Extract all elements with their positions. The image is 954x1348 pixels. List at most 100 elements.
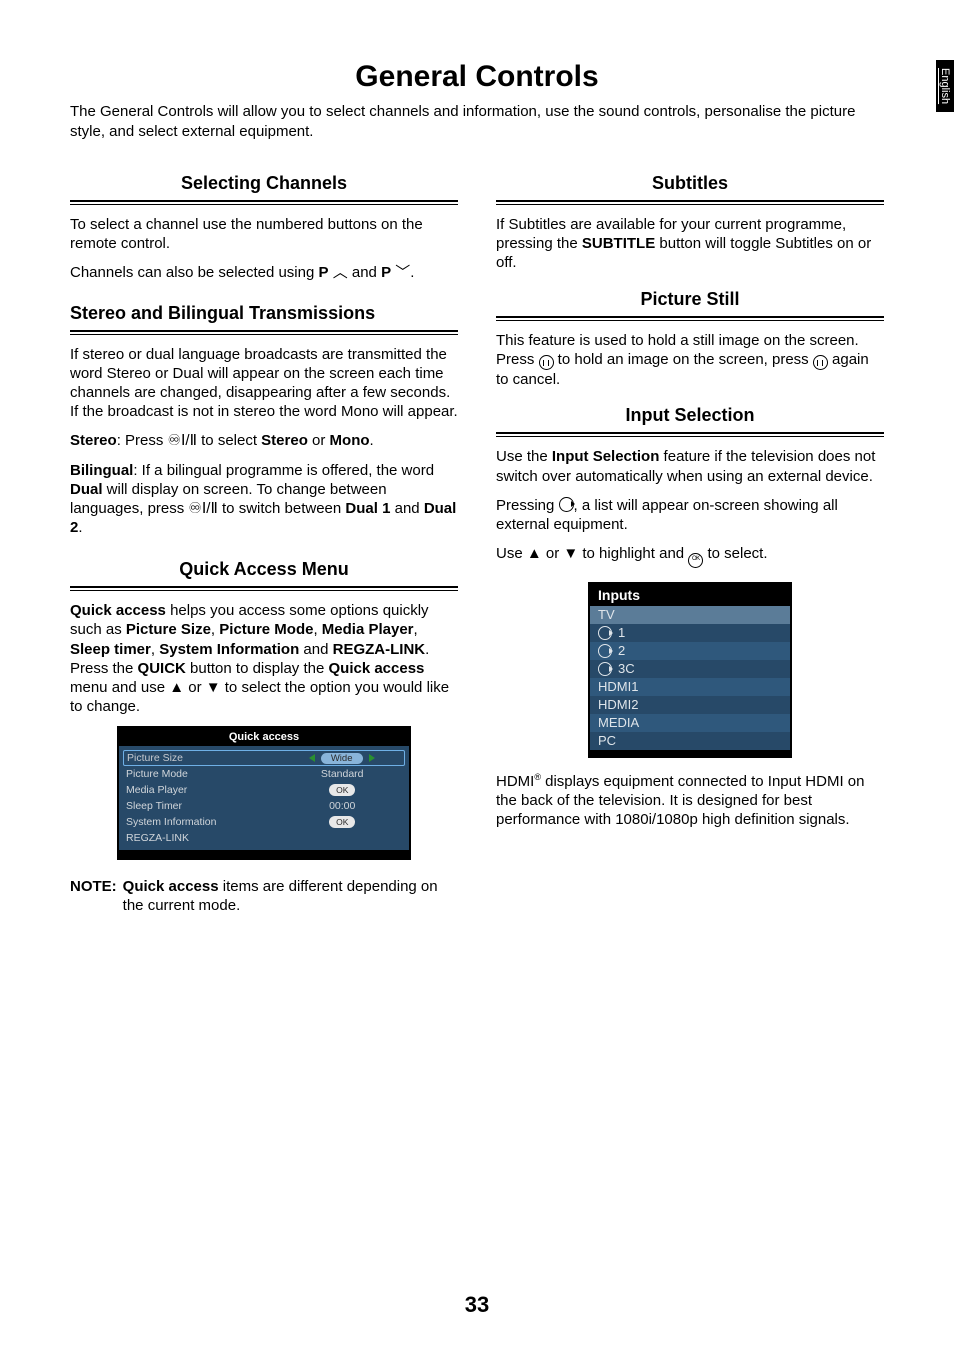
st-b3: to switch between: [218, 500, 346, 517]
st-dual1: Dual 1: [345, 500, 390, 517]
chevron-up-icon: ︿: [333, 264, 348, 281]
chevron-down-icon: ﹀: [395, 264, 410, 281]
inputs-row: HDMI1: [590, 678, 790, 696]
inp-p2: Pressing , a list will appear on-screen …: [496, 496, 884, 534]
sc-p2a: Channels can also be selected using: [70, 264, 319, 281]
st-mono-word: Mono: [330, 432, 370, 449]
st-end2: .: [78, 519, 82, 536]
st-dual: Dual: [70, 481, 103, 498]
qa-row: System InformationOK: [123, 814, 405, 830]
hdmi-body: displays equipment connected to Input HD…: [496, 773, 865, 828]
qa-bold: Quick access: [70, 602, 166, 619]
section-input-selection: Input Selection Use the Input Selection …: [496, 405, 884, 829]
st-or: or: [308, 432, 330, 449]
heading-picture-still: Picture Still: [496, 289, 884, 314]
inputs-row-label: MEDIA: [598, 715, 639, 730]
input-source-icon: [598, 662, 612, 676]
triangle-right-icon: [369, 754, 375, 762]
qa-o2: Picture Mode: [219, 621, 313, 638]
st-t1: : Press: [117, 432, 168, 449]
inputs-rows: TV1 2 3C HDMI1HDMI2 MEDIA PC: [590, 606, 790, 750]
qa-row-value: OK: [279, 816, 405, 828]
inputs-row-label: 2: [618, 643, 625, 658]
qa-paragraph: Quick access helps you access some optio…: [70, 601, 458, 716]
inputs-row: 2: [590, 642, 790, 660]
inp-p1: Use the Input Selection feature if the t…: [496, 447, 884, 485]
inp-3b: to select.: [703, 545, 767, 562]
quick-access-box: Quick access Picture SizeWidePicture Mod…: [117, 726, 411, 860]
inp-2a: Pressing: [496, 497, 559, 514]
qa-menu: Quick access: [328, 660, 424, 677]
st-p2: Stereo: Press ♾Ⅰ/Ⅱ to select Stereo or M…: [70, 431, 458, 450]
qa-row: Sleep Timer00:00: [123, 798, 405, 814]
inputs-row-label: PC: [598, 733, 616, 748]
qa-row-value: Wide: [279, 753, 404, 764]
audio-mode-icon: ♾Ⅰ/Ⅱ: [168, 432, 197, 449]
st-end: .: [370, 432, 374, 449]
input-source-icon: [598, 626, 612, 640]
section-picture-still: Picture Still This feature is used to ho…: [496, 289, 884, 390]
qa-row-label: REGZA-LINK: [123, 832, 279, 844]
language-tab: English: [936, 60, 954, 112]
qa-row: Picture SizeWide: [123, 750, 405, 766]
page-title: General Controls: [70, 60, 884, 94]
audio-mode-icon-2: ♾Ⅰ/Ⅱ: [188, 500, 217, 517]
right-column: Subtitles If Subtitles are available for…: [496, 165, 884, 916]
qa-row-value: OK: [279, 784, 405, 796]
heading-quick-access: Quick Access Menu: [70, 559, 458, 584]
inputs-box: Inputs TV123CHDMI1HDMI2MEDIAPC: [588, 582, 792, 758]
still-p1: This feature is used to hold a still ima…: [496, 331, 884, 390]
qa-box-inner: Picture SizeWidePicture ModeStandardMedi…: [119, 746, 409, 850]
qa-o1: Picture Size: [126, 621, 211, 638]
qa-box-title: Quick access: [119, 728, 409, 746]
st-bilingual-label: Bilingual: [70, 462, 133, 479]
heading-stereo: Stereo and Bilingual Transmissions: [70, 303, 458, 328]
input-source-icon: [559, 497, 574, 512]
qa-row-value: Standard: [279, 768, 405, 780]
two-column-layout: Selecting Channels To select a channel u…: [70, 165, 884, 916]
inputs-row-label: HDMI2: [598, 697, 638, 712]
qa-note: NOTE: Quick access items are different d…: [70, 878, 458, 916]
qa-row-label: Picture Mode: [123, 768, 279, 780]
st-b1: : If a bilingual programme is offered, t…: [133, 462, 434, 479]
page-body: General Controls The General Controls wi…: [0, 0, 954, 956]
section-subtitles: Subtitles If Subtitles are available for…: [496, 173, 884, 273]
inp-a: Use the: [496, 448, 552, 465]
st-stereo-label: Stereo: [70, 432, 117, 449]
inp-p3: Use ▲ or ▼ to highlight and to select.: [496, 544, 884, 567]
triangle-left-icon: [309, 754, 315, 762]
input-source-icon: [598, 644, 612, 658]
inputs-row: HDMI2: [590, 696, 790, 714]
st-p1: If stereo or dual language broadcasts ar…: [70, 345, 458, 422]
note-text: Quick access items are different dependi…: [123, 878, 458, 916]
inputs-row-label: 1: [618, 625, 625, 640]
sc-p2: Channels can also be selected using P ︿ …: [70, 263, 458, 282]
qa-btn: QUICK: [138, 660, 186, 677]
st-and: and: [390, 500, 423, 517]
inputs-row-label: TV: [598, 607, 615, 622]
sc-p2b: and: [348, 264, 381, 281]
section-stereo: Stereo and Bilingual Transmissions If st…: [70, 303, 458, 538]
qa-row: REGZA-LINK: [123, 830, 405, 846]
heading-selecting-channels: Selecting Channels: [70, 173, 458, 198]
registered-icon: ®: [534, 772, 541, 782]
inputs-row: PC: [590, 732, 790, 750]
hold-icon: [539, 355, 554, 370]
note-label: NOTE:: [70, 878, 123, 916]
st-stereo-word: Stereo: [261, 432, 308, 449]
qa-row-label: System Information: [123, 816, 279, 828]
inputs-row-label: 3C: [618, 661, 635, 676]
section-selecting-channels: Selecting Channels To select a channel u…: [70, 173, 458, 283]
sc-p2c: .: [410, 264, 414, 281]
heading-input-selection: Input Selection: [496, 405, 884, 430]
qa-row-label: Picture Size: [124, 752, 279, 764]
st-t2: to select: [197, 432, 261, 449]
section-quick-access: Quick Access Menu Quick access helps you…: [70, 559, 458, 916]
st-p3: Bilingual: If a bilingual programme is o…: [70, 461, 458, 538]
qa-row: Picture ModeStandard: [123, 766, 405, 782]
hdmi-label: HDMI: [496, 773, 534, 790]
qa-o3: Media Player: [322, 621, 414, 638]
inputs-row: 3C: [590, 660, 790, 678]
hdmi-note: HDMI® displays equipment connected to In…: [496, 772, 884, 830]
sub-btn: SUBTITLE: [582, 235, 655, 252]
